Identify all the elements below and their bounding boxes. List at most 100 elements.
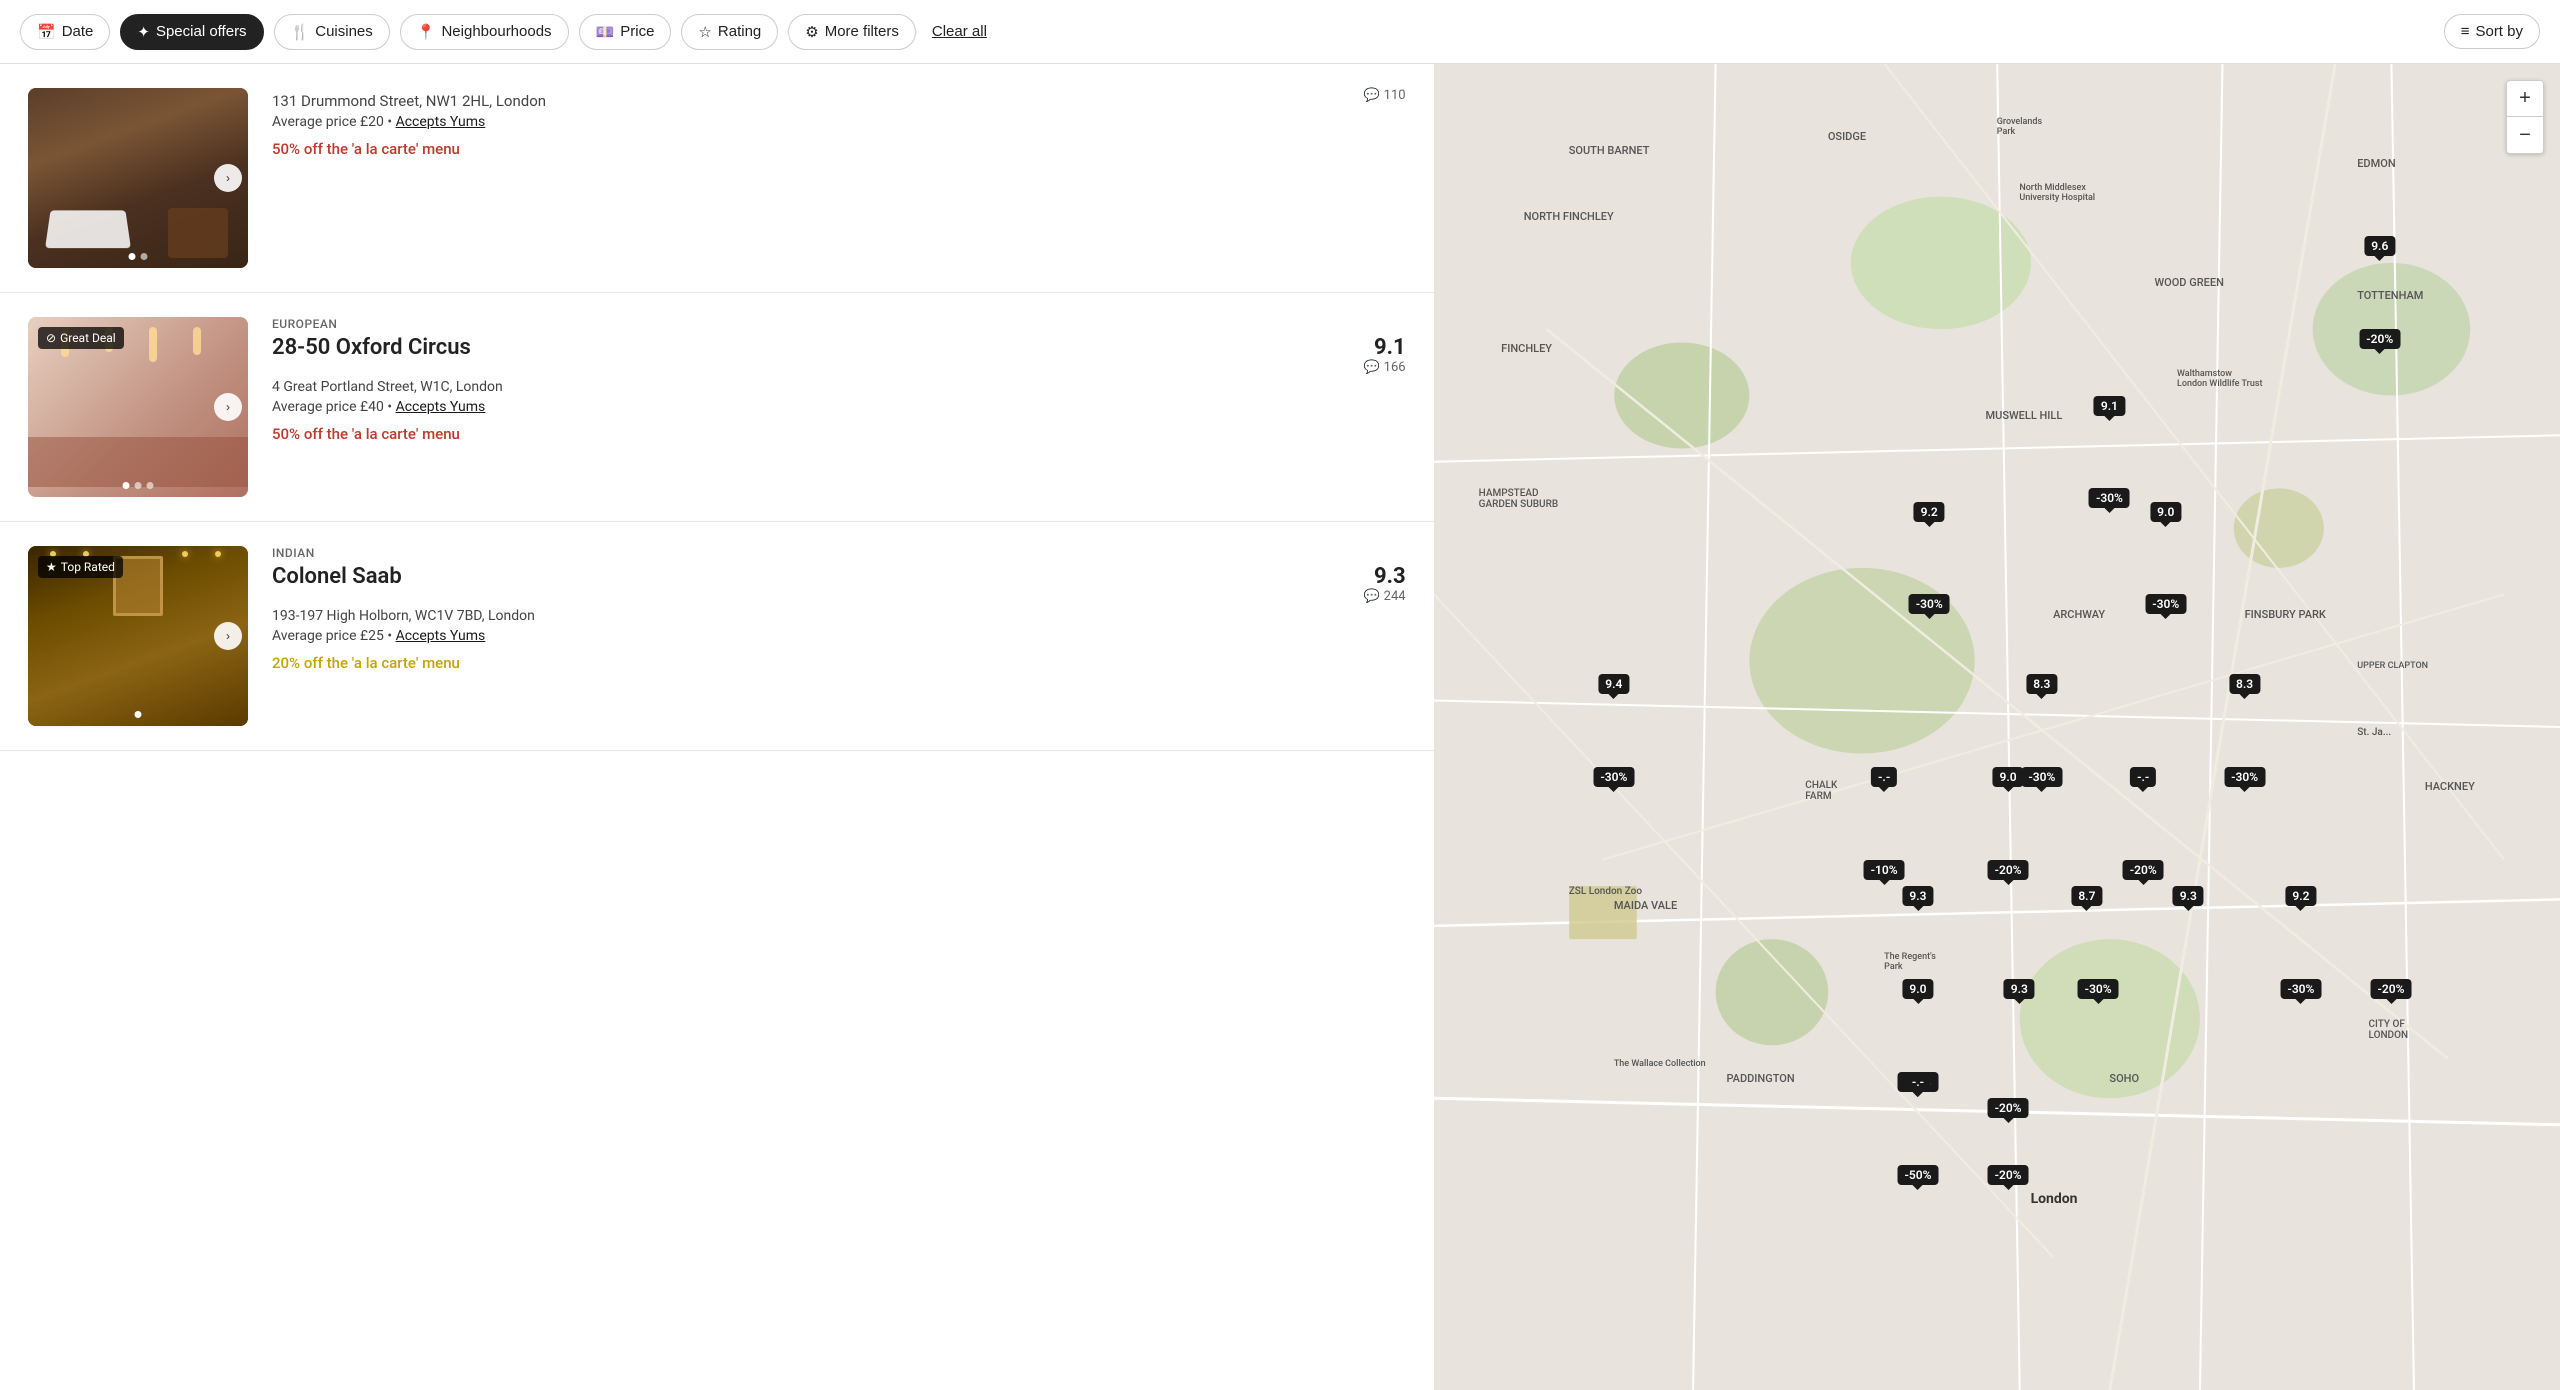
map-marker-dash-c[interactable]: -.- [1905, 1072, 1931, 1092]
map-svg [1434, 64, 2560, 1390]
accepts-yums-link[interactable]: Accepts Yums [396, 628, 486, 644]
chat-icon: 💬 [1363, 360, 1379, 375]
card-price-row: Average price £25 • Accepts Yums [272, 628, 1406, 644]
main-layout: › 131 Drummond Street, NW1 2HL, London 💬… [0, 64, 2560, 1390]
map-marker-8-3-b[interactable]: 8.3 [2229, 674, 2260, 694]
reviews-count: 110 [1384, 88, 1406, 103]
card-offer: 50% off the 'a la carte' menu [272, 140, 1406, 158]
map-marker-30-off-4[interactable]: -30% [1593, 767, 1634, 787]
card-address: 193-197 High Holborn, WC1V 7BD, London [272, 608, 1406, 624]
map-marker-dash-b[interactable]: -.- [2130, 767, 2156, 787]
card-rating-block: 💬 110 [1363, 88, 1405, 103]
card-name-row: Colonel Saab 9.3 💬 244 [272, 564, 1406, 604]
restaurant-card[interactable]: ★ Top Rated › INDIAN Colonel Saab 9.3 💬 [0, 522, 1434, 751]
restaurant-card[interactable]: ⊘ Great Deal › EUROPEAN 28-50 Oxford Cir… [0, 293, 1434, 522]
list-panel: › 131 Drummond Street, NW1 2HL, London 💬… [0, 64, 1434, 1390]
map-marker-dash-a[interactable]: -.- [1871, 767, 1897, 787]
chat-icon: 💬 [1363, 589, 1379, 604]
filter-date[interactable]: 📅 Date [20, 14, 110, 50]
map-marker-30-off-3[interactable]: -30% [2145, 594, 2186, 614]
carousel-dots [129, 253, 148, 260]
map-marker-9-3-b[interactable]: 9.3 [2173, 886, 2204, 906]
avg-price: £20 [360, 114, 384, 130]
filter-more-label: More filters [825, 23, 899, 40]
map-marker-8-7[interactable]: 8.7 [2071, 886, 2102, 906]
map-controls: + − [2506, 80, 2544, 154]
sort-icon: ≡ [2461, 23, 2470, 40]
map-marker-30-off-7[interactable]: -30% [2280, 979, 2321, 999]
map-marker-20-off-2[interactable]: -20% [1988, 860, 2029, 880]
accepts-yums-link[interactable]: Accepts Yums [396, 399, 486, 415]
map-marker-8-3-a[interactable]: 8.3 [2026, 674, 2057, 694]
map-marker-9-3-c[interactable]: 9.3 [2004, 979, 2035, 999]
filter-rating-label: Rating [718, 23, 761, 40]
map-marker-10-off[interactable]: -10% [1864, 860, 1905, 880]
reviews-count: 166 [1384, 360, 1406, 375]
card-cuisine: INDIAN [272, 546, 1406, 560]
card-image: ★ Top Rated › [28, 546, 248, 726]
zoom-in-button[interactable]: + [2507, 81, 2543, 117]
map-marker-9-2[interactable]: 9.2 [1914, 502, 1945, 522]
card-name: 28-50 Oxford Circus [272, 335, 471, 360]
next-image-button[interactable]: › [214, 622, 242, 650]
map-marker-30-off-8[interactable]: -30% [2078, 979, 2119, 999]
dot-2 [141, 253, 148, 260]
card-reviews: 💬 244 [1363, 589, 1405, 604]
map-marker-30-off-5[interactable]: -30% [2021, 767, 2062, 787]
filter-neighbourhoods[interactable]: 📍 Neighbourhoods [400, 14, 569, 50]
filter-neighbourhoods-label: Neighbourhoods [441, 23, 551, 40]
filter-more[interactable]: ⚙ More filters [788, 14, 916, 50]
map-marker-20-off-6[interactable]: -20% [1988, 1165, 2029, 1185]
clear-all-button[interactable]: Clear all [932, 23, 987, 40]
dot-1 [123, 482, 130, 489]
map-marker-50-off-2[interactable]: -50% [1897, 1165, 1938, 1185]
map-marker-9-0-b[interactable]: 9.0 [1992, 767, 2023, 787]
next-image-button[interactable]: › [214, 164, 242, 192]
map-marker-30-off-2[interactable]: -30% [1909, 594, 1950, 614]
card-address: 4 Great Portland Street, W1C, London [272, 379, 1406, 395]
avg-price: £25 [360, 628, 384, 644]
zoom-out-button[interactable]: − [2507, 117, 2543, 153]
card-name-row: 131 Drummond Street, NW1 2HL, London 💬 1… [272, 88, 1406, 110]
map-marker-20-off-4[interactable]: -20% [2371, 979, 2412, 999]
map-marker-9-1[interactable]: 9.1 [2094, 396, 2125, 416]
more-filters-icon: ⚙ [805, 23, 818, 41]
filter-cuisines[interactable]: 🍴 Cuisines [274, 14, 390, 50]
map-marker-30-off-6[interactable]: -30% [2224, 767, 2265, 787]
next-image-button[interactable]: › [214, 393, 242, 421]
card-name: Colonel Saab [272, 564, 402, 589]
reviews-count: 244 [1384, 589, 1406, 604]
location-icon: 📍 [417, 23, 436, 41]
sort-by-label: Sort by [2475, 23, 2523, 40]
card-name-row: 28-50 Oxford Circus 9.1 💬 166 [272, 335, 1406, 375]
map-marker-9-0-c[interactable]: 9.0 [1902, 979, 1933, 999]
card-price-row: Average price £20 • Accepts Yums [272, 114, 1406, 130]
map-marker-9-0-a[interactable]: 9.0 [2150, 502, 2181, 522]
filter-price[interactable]: 💷 Price [579, 14, 672, 50]
map-marker-9-6[interactable]: 9.6 [2364, 236, 2395, 256]
map-marker-20-off-1[interactable]: -20% [2359, 329, 2400, 349]
dot-1 [129, 253, 136, 260]
card-info: 131 Drummond Street, NW1 2HL, London 💬 1… [272, 88, 1406, 268]
map-marker-9-4[interactable]: 9.4 [1598, 674, 1629, 694]
filter-special-offers[interactable]: ✦ Special offers [120, 14, 263, 50]
filter-rating[interactable]: ☆ Rating [681, 14, 778, 50]
card-offer: 50% off the 'a la carte' menu [272, 425, 1406, 443]
map-marker-30-off-1[interactable]: -30% [2089, 488, 2130, 508]
map-marker-20-off-3[interactable]: -20% [2123, 860, 2164, 880]
great-deal-badge: ⊘ Great Deal [38, 327, 124, 349]
restaurant-card[interactable]: › 131 Drummond Street, NW1 2HL, London 💬… [0, 64, 1434, 293]
avg-price: £40 [360, 399, 384, 415]
sort-by-button[interactable]: ≡ Sort by [2444, 14, 2540, 49]
map-marker-20-off-5[interactable]: -20% [1988, 1098, 2029, 1118]
dot-2 [135, 482, 142, 489]
header: 📅 Date ✦ Special offers 🍴 Cuisines 📍 Nei… [0, 0, 2560, 64]
star-badge-icon: ★ [46, 560, 57, 574]
cuisines-icon: 🍴 [291, 23, 310, 41]
accepts-yums-link[interactable]: Accepts Yums [396, 114, 486, 130]
map-marker-9-2-b[interactable]: 9.2 [2285, 886, 2316, 906]
top-rated-badge: ★ Top Rated [38, 556, 123, 578]
badge-icon: ⊘ [46, 331, 56, 345]
map-marker-9-3-a[interactable]: 9.3 [1902, 886, 1933, 906]
badge-label: Great Deal [60, 331, 116, 345]
